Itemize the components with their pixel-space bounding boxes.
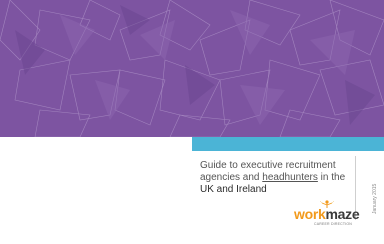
- geometric-pattern: [0, 0, 384, 137]
- title-line-2-post: in the: [317, 172, 346, 183]
- title-line-3: UK and Ireland: [200, 184, 267, 195]
- side-date: January 2015: [362, 156, 378, 220]
- accent-strip: [192, 137, 384, 151]
- title-line-2-pre: agencies and: [200, 172, 263, 183]
- logo-wordmark: workmaze: [294, 206, 360, 222]
- title-line-1: Guide to executive recruitment: [200, 160, 336, 171]
- logo-word-work: work: [294, 206, 326, 222]
- workmaze-logo: workmaze CAREER DIRECTION: [294, 200, 360, 228]
- logo-word-maze: maze: [325, 206, 360, 222]
- side-date-text: January 2015: [372, 183, 378, 214]
- headhunters-link[interactable]: headhunters: [262, 172, 318, 183]
- logo-tagline: CAREER DIRECTION: [314, 222, 353, 226]
- title-line-2: agencies and headhunters in the: [200, 172, 350, 184]
- cover-title: Guide to executive recruitment agencies …: [200, 160, 350, 196]
- cover-banner: [0, 0, 384, 137]
